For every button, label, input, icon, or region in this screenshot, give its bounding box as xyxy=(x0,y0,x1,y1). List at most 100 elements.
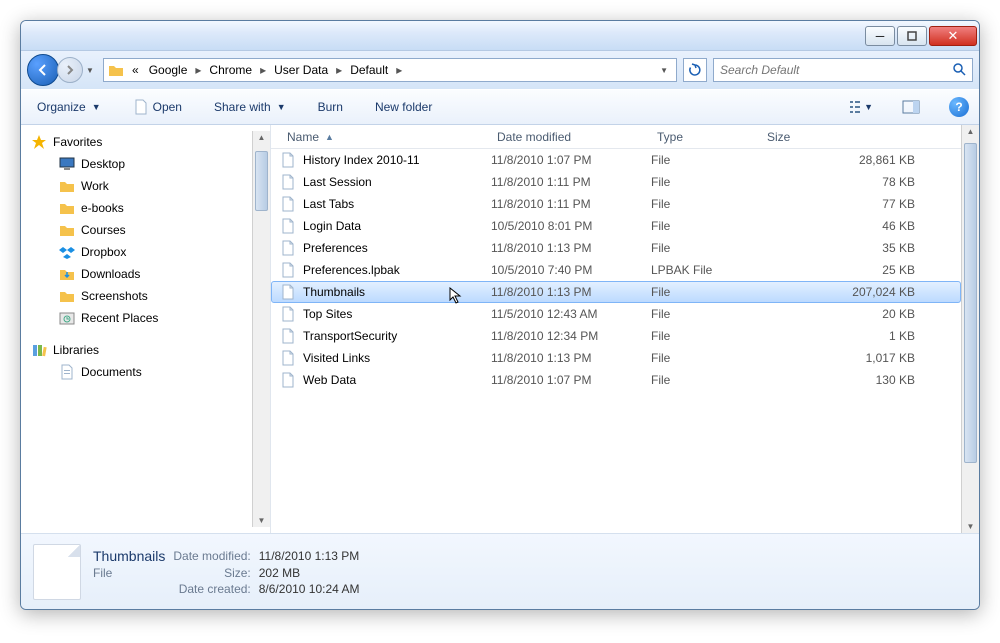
sidebar-item[interactable]: Recent Places xyxy=(21,307,252,329)
folder-icon xyxy=(108,62,124,78)
breadcrumb-item[interactable]: User Data xyxy=(270,61,332,79)
sidebar-item[interactable]: Desktop xyxy=(21,153,252,175)
file-icon xyxy=(133,99,149,115)
file-name: Visited Links xyxy=(303,351,370,365)
organize-button[interactable]: Organize ▼ xyxy=(31,96,107,118)
sidebar-item[interactable]: Screenshots xyxy=(21,285,252,307)
details-size-label: Size: xyxy=(173,566,250,580)
scrollbar-thumb[interactable] xyxy=(964,143,977,463)
favorites-group: Favorites Desktop Work e-books Courses Dropb… xyxy=(21,131,252,329)
scroll-up-icon[interactable]: ▲ xyxy=(253,131,270,142)
file-size: 207,024 KB xyxy=(761,285,955,299)
preview-pane-button[interactable] xyxy=(899,95,923,119)
chevron-right-icon[interactable]: ▸ xyxy=(394,63,404,77)
file-size: 28,861 KB xyxy=(761,153,955,167)
chevron-right-icon[interactable]: ▸ xyxy=(193,63,203,77)
close-button[interactable]: ✕ xyxy=(929,26,977,46)
scroll-down-icon[interactable]: ▼ xyxy=(962,522,979,531)
breadcrumb-overflow[interactable]: « xyxy=(128,61,143,79)
sidebar-item[interactable]: Courses xyxy=(21,219,252,241)
sidebar-item[interactable]: Dropbox xyxy=(21,241,252,263)
file-icon xyxy=(281,240,297,256)
breadcrumb-item[interactable]: Google xyxy=(145,61,192,79)
scrollbar-thumb[interactable] xyxy=(255,151,268,211)
main-scrollbar[interactable]: ▲ ▼ xyxy=(961,125,979,533)
file-type: File xyxy=(651,219,761,233)
file-row[interactable]: Thumbnails11/8/2010 1:13 PMFile207,024 K… xyxy=(271,281,961,303)
file-icon xyxy=(281,174,297,190)
libraries-header[interactable]: Libraries xyxy=(21,339,252,361)
share-button[interactable]: Share with ▼ xyxy=(208,96,292,118)
new-folder-label: New folder xyxy=(375,100,432,114)
file-date: 11/8/2010 1:13 PM xyxy=(491,241,651,255)
file-type: File xyxy=(651,373,761,387)
open-button[interactable]: Open xyxy=(127,95,188,119)
sidebar-scrollbar[interactable]: ▲ ▼ xyxy=(252,131,270,527)
sidebar-item-label: Desktop xyxy=(81,157,125,171)
file-date: 11/8/2010 1:07 PM xyxy=(491,153,651,167)
history-dropdown[interactable]: ▼ xyxy=(83,55,97,85)
scroll-up-icon[interactable]: ▲ xyxy=(962,125,979,136)
burn-button[interactable]: Burn xyxy=(312,96,349,118)
column-name[interactable]: Name ▲ xyxy=(281,126,491,148)
file-row[interactable]: Preferences11/8/2010 1:13 PMFile35 KB xyxy=(271,237,961,259)
file-row[interactable]: Visited Links11/8/2010 1:13 PMFile1,017 … xyxy=(271,347,961,369)
scroll-down-icon[interactable]: ▼ xyxy=(253,516,270,525)
file-type: File xyxy=(651,285,761,299)
address-bar[interactable]: « Google ▸ Chrome ▸ User Data ▸ Default … xyxy=(103,58,677,82)
sidebar: Favorites Desktop Work e-books Courses Dropb… xyxy=(21,125,271,533)
chevron-right-icon[interactable]: ▸ xyxy=(258,63,268,77)
sidebar-item[interactable]: e-books xyxy=(21,197,252,219)
file-size: 77 KB xyxy=(761,197,955,211)
column-name-label: Name xyxy=(287,130,319,144)
back-button[interactable] xyxy=(27,54,59,86)
column-date[interactable]: Date modified xyxy=(491,126,651,148)
file-row[interactable]: Web Data11/8/2010 1:07 PMFile130 KB xyxy=(271,369,961,391)
favorites-header[interactable]: Favorites xyxy=(21,131,252,153)
help-button[interactable]: ? xyxy=(949,97,969,117)
details-modified-label: Date modified: xyxy=(173,549,250,563)
sidebar-item-label: e-books xyxy=(81,201,124,215)
chevron-down-icon: ▼ xyxy=(92,102,101,112)
file-icon xyxy=(281,284,297,300)
folder-icon xyxy=(59,200,75,216)
file-icon xyxy=(281,328,297,344)
sidebar-item[interactable]: Downloads xyxy=(21,263,252,285)
search-icon[interactable] xyxy=(952,62,966,79)
file-row[interactable]: TransportSecurity11/8/2010 12:34 PMFile1… xyxy=(271,325,961,347)
new-folder-button[interactable]: New folder xyxy=(369,96,438,118)
sidebar-item-label: Courses xyxy=(81,223,126,237)
file-row[interactable]: Last Session11/8/2010 1:11 PMFile78 KB xyxy=(271,171,961,193)
column-size[interactable]: Size xyxy=(761,126,961,148)
minimize-button[interactable]: ─ xyxy=(865,26,895,46)
view-options-button[interactable]: ▼ xyxy=(849,95,873,119)
file-name: Top Sites xyxy=(303,307,352,321)
address-dropdown[interactable]: ▼ xyxy=(656,66,672,75)
column-type[interactable]: Type xyxy=(651,126,761,148)
breadcrumb-item[interactable]: Default xyxy=(346,61,392,79)
file-type: File xyxy=(651,241,761,255)
file-row[interactable]: History Index 2010-1111/8/2010 1:07 PMFi… xyxy=(271,149,961,171)
file-row[interactable]: Login Data10/5/2010 8:01 PMFile46 KB xyxy=(271,215,961,237)
file-row[interactable]: Last Tabs11/8/2010 1:11 PMFile77 KB xyxy=(271,193,961,215)
file-row[interactable]: Top Sites11/5/2010 12:43 AMFile20 KB xyxy=(271,303,961,325)
search-box[interactable] xyxy=(713,58,973,82)
chevron-right-icon[interactable]: ▸ xyxy=(334,63,344,77)
maximize-icon xyxy=(907,31,917,41)
preview-pane-icon xyxy=(902,100,920,114)
navbar: ▼ « Google ▸ Chrome ▸ User Data ▸ Defaul… xyxy=(21,51,979,89)
breadcrumb-item[interactable]: Chrome xyxy=(205,61,256,79)
titlebar[interactable]: ─ ✕ xyxy=(21,21,979,51)
maximize-button[interactable] xyxy=(897,26,927,46)
search-input[interactable] xyxy=(720,63,952,77)
sidebar-item-label: Dropbox xyxy=(81,245,126,259)
file-list[interactable]: History Index 2010-1111/8/2010 1:07 PMFi… xyxy=(271,149,961,533)
forward-button[interactable] xyxy=(57,57,83,83)
sidebar-item-label: Documents xyxy=(81,365,142,379)
sidebar-item[interactable]: Work xyxy=(21,175,252,197)
file-icon xyxy=(281,350,297,366)
sidebar-item[interactable]: Documents xyxy=(21,361,252,383)
file-row[interactable]: Preferences.lpbak10/5/2010 7:40 PMLPBAK … xyxy=(271,259,961,281)
refresh-button[interactable] xyxy=(683,58,707,82)
sidebar-item-label: Recent Places xyxy=(81,311,158,325)
